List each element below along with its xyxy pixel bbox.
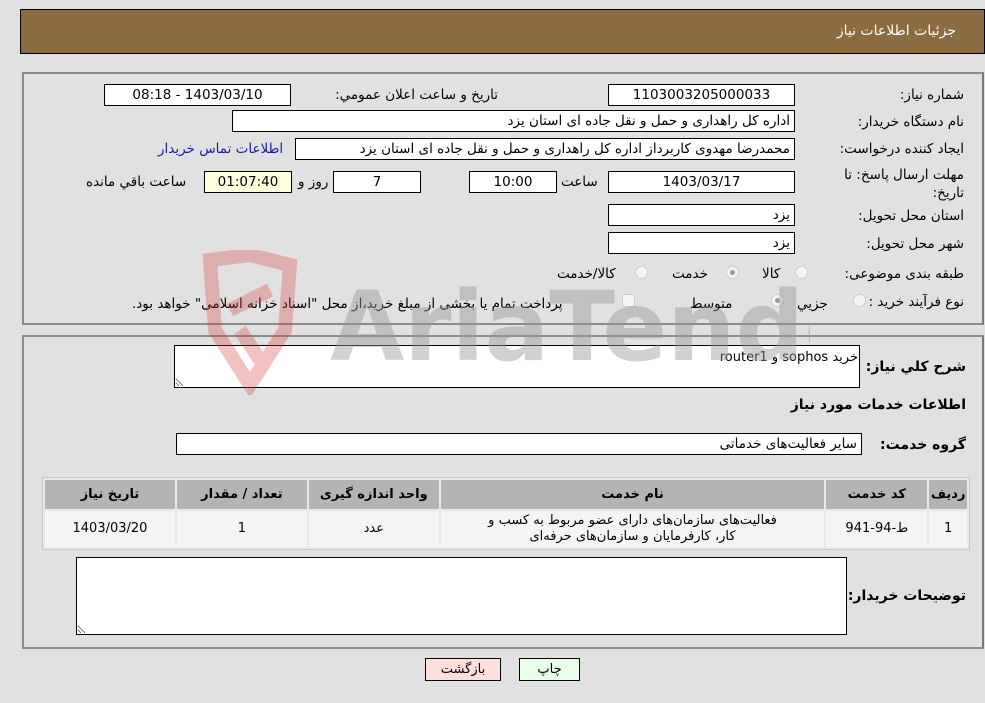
print-button[interactable]: چاپ: [519, 658, 580, 681]
cell-qty: 1: [176, 511, 307, 547]
treasury-checkbox[interactable]: [622, 294, 635, 307]
deadline-time-field: 10:00: [469, 171, 557, 193]
category-radio-goods-service[interactable]: [635, 266, 648, 279]
need-number-label: شماره نیاز:: [899, 87, 964, 103]
col-header-date: تاریخ نیاز: [45, 480, 175, 509]
services-panel: شرح کلي نیاز: خرید sophos و router1 اطلا…: [22, 335, 984, 649]
cell-row: 1: [929, 511, 967, 547]
cell-date: 1403/03/20: [45, 511, 175, 547]
remaining-time-field: 01:07:40: [204, 171, 292, 193]
table-row: 1 ط-94-941 فعالیت‌های سازمان‌های دارای ع…: [45, 511, 967, 547]
province-field: یزد: [608, 204, 795, 226]
buyer-notes-textarea[interactable]: [76, 557, 847, 635]
services-heading: اطلاعات خدمات مورد نیاز: [790, 397, 966, 413]
back-button[interactable]: بازگشت: [425, 658, 501, 681]
cell-code: ط-94-941: [826, 511, 928, 547]
col-header-row: ردیف: [929, 480, 967, 509]
description-label: شرح کلي نیاز:: [865, 359, 966, 375]
buyer-org-field: اداره کل راهداری و حمل و نقل جاده ای است…: [232, 110, 795, 132]
col-header-name: نام خدمت: [440, 480, 825, 509]
creator-label: ایجاد کننده درخواست:: [839, 141, 964, 157]
city-label: شهر محل تحویل:: [866, 236, 964, 252]
page-title: جزئیات اطلاعات نیاز: [836, 23, 956, 39]
cell-unit: عدد: [308, 511, 439, 547]
description-textarea[interactable]: [174, 345, 860, 388]
cell-name: فعالیت‌های سازمان‌های دارای عضو مربوط به…: [440, 511, 825, 547]
process-label: نوع فرآیند خرید :: [868, 294, 964, 310]
buyer-org-label: نام دستگاه خریدار:: [857, 114, 964, 130]
deadline-label: مهلت ارسال پاسخ: تا تاریخ:: [844, 167, 964, 201]
deadline-time-label: ساعت: [561, 174, 598, 190]
buyer-contact-link[interactable]: اطلاعات تماس خریدار: [158, 141, 283, 157]
process-radio-medium[interactable]: [771, 294, 784, 307]
category-radio-service[interactable]: [726, 266, 739, 279]
days-remaining-field: 7: [333, 171, 421, 193]
table-header-row: ردیف کد خدمت نام خدمت واحد اندازه گیری ت…: [45, 480, 967, 509]
process-option-minor: جزيي: [797, 296, 828, 312]
category-label: طبقه بندی موضوعی:: [844, 266, 964, 282]
creator-field: محمدرضا مهدوی کاربرداز اداره کل راهداری …: [295, 138, 795, 160]
need-info-panel: شماره نیاز: 1103003205000033 تاریخ و ساع…: [22, 72, 984, 325]
buyer-notes-label: توضیحات خریدار:: [847, 588, 966, 604]
category-option-service: خدمت: [672, 266, 708, 282]
announce-label: تاریخ و ساعت اعلان عمومي:: [335, 87, 498, 103]
services-table: ردیف کد خدمت نام خدمت واحد اندازه گیری ت…: [42, 477, 970, 550]
category-option-goods: کالا: [762, 266, 781, 282]
service-group-field: سایر فعالیت‌های خدماتی: [176, 433, 862, 455]
process-option-medium: متوسط: [690, 296, 733, 312]
need-number-field: 1103003205000033: [608, 84, 795, 106]
province-label: استان محل تحویل:: [858, 208, 964, 224]
col-header-qty: تعداد / مقدار: [176, 480, 307, 509]
city-field: یزد: [608, 232, 795, 254]
col-header-unit: واحد اندازه گیری: [308, 480, 439, 509]
col-header-code: کد خدمت: [826, 480, 928, 509]
deadline-date-field: 1403/03/17: [608, 171, 795, 193]
category-option-goods-service: کالا/خدمت: [557, 266, 616, 282]
category-radio-goods[interactable]: [795, 266, 808, 279]
treasury-note: پرداخت تمام یا بخشی از مبلغ خرید،از محل …: [132, 296, 563, 312]
days-label: روز و: [298, 174, 329, 190]
announce-datetime-field: 1403/03/10 - 08:18: [104, 84, 291, 106]
page-header: جزئیات اطلاعات نیاز: [20, 9, 985, 54]
process-radio-minor[interactable]: [853, 294, 866, 307]
remaining-time-label: ساعت باقي مانده: [86, 174, 187, 190]
service-group-label: گروه خدمت:: [880, 437, 966, 453]
